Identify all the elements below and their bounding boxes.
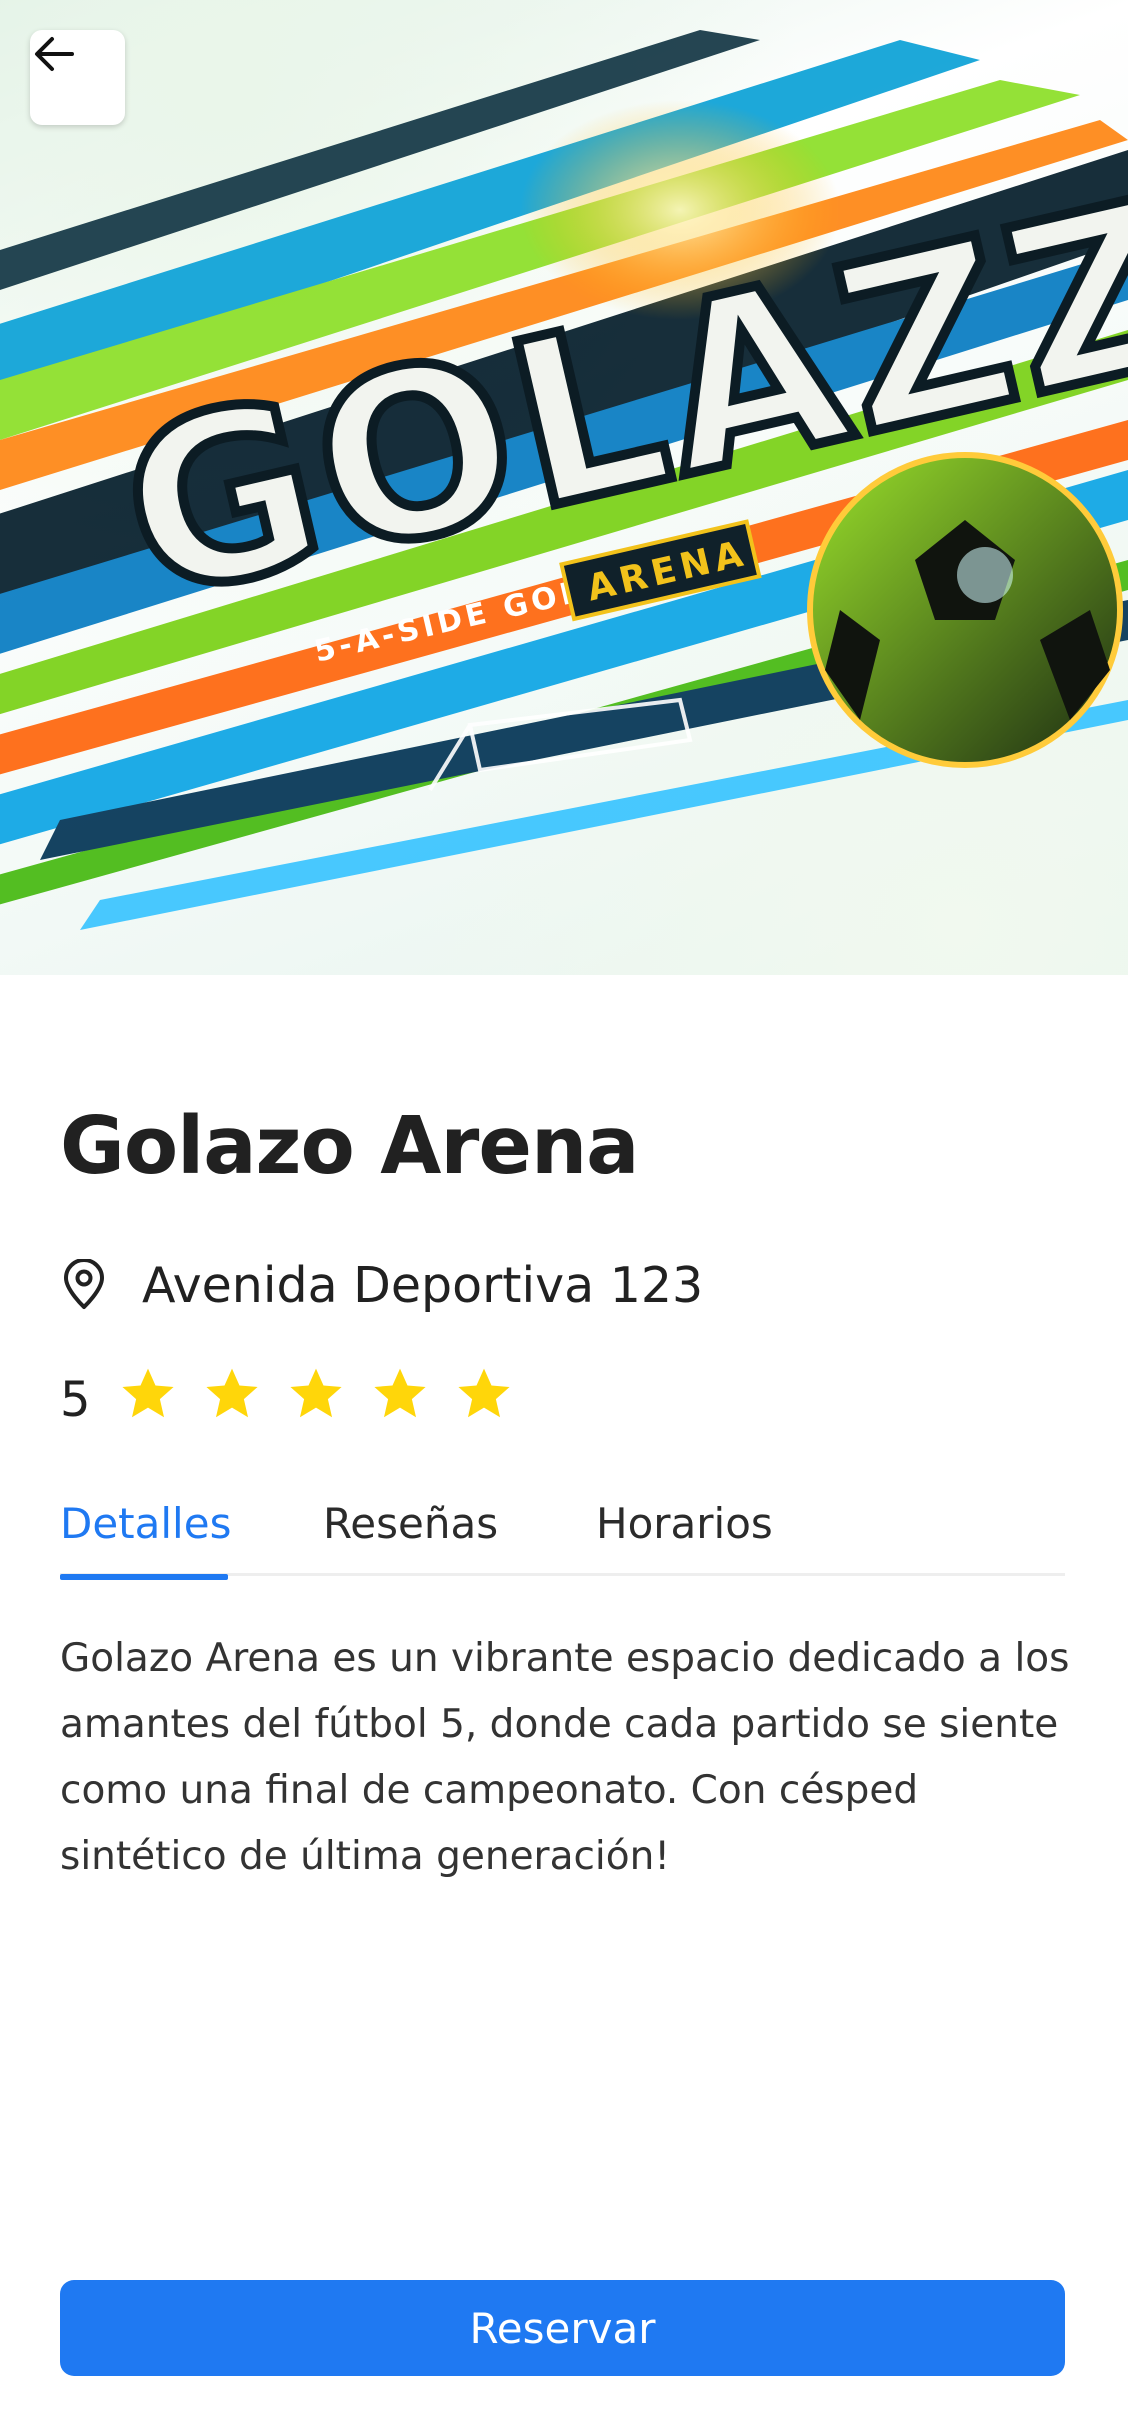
tab-reviews[interactable]: Reseñas	[323, 1470, 498, 1576]
hero-illustration: GOLAZZ 5-A-SIDE GOLX ARENA	[0, 30, 1128, 930]
star-icon	[289, 1368, 342, 1418]
tab-schedule[interactable]: Horarios	[596, 1470, 773, 1576]
star-icon	[121, 1368, 174, 1418]
back-button[interactable]	[30, 30, 125, 125]
tab-schedule-label: Horarios	[596, 1498, 773, 1548]
active-tab-indicator	[60, 1574, 228, 1580]
star-icon	[205, 1368, 258, 1418]
star-icon	[457, 1368, 510, 1418]
arrow-left-icon	[35, 37, 74, 71]
rating-row: 5	[60, 1360, 537, 1430]
hero-banner: GOLAZZ 5-A-SIDE GOLX ARENA	[0, 0, 1128, 975]
tab-bar: Detalles Reseñas Horarios	[60, 1470, 1065, 1580]
tab-details[interactable]: Detalles	[60, 1470, 232, 1580]
venue-description: Golazo Arena es un vibrante espacio dedi…	[60, 1636, 1070, 1879]
tab-reviews-label: Reseñas	[323, 1498, 499, 1548]
reserve-button[interactable]: Reservar	[60, 2280, 1065, 2376]
location-pin-icon	[64, 1259, 104, 1309]
tab-details-label: Detalles	[60, 1498, 232, 1548]
address-row: Avenida Deportiva 123	[60, 1255, 703, 1315]
rating-stars	[117, 1364, 537, 1426]
venue-title: Golazo Arena	[60, 1100, 639, 1192]
star-icon	[373, 1368, 426, 1418]
rating-value: 5	[60, 1372, 91, 1428]
reserve-button-label: Reservar	[469, 2303, 656, 2353]
soccer-ball-icon	[807, 452, 1123, 768]
venue-address: Avenida Deportiva 123	[142, 1256, 704, 1314]
